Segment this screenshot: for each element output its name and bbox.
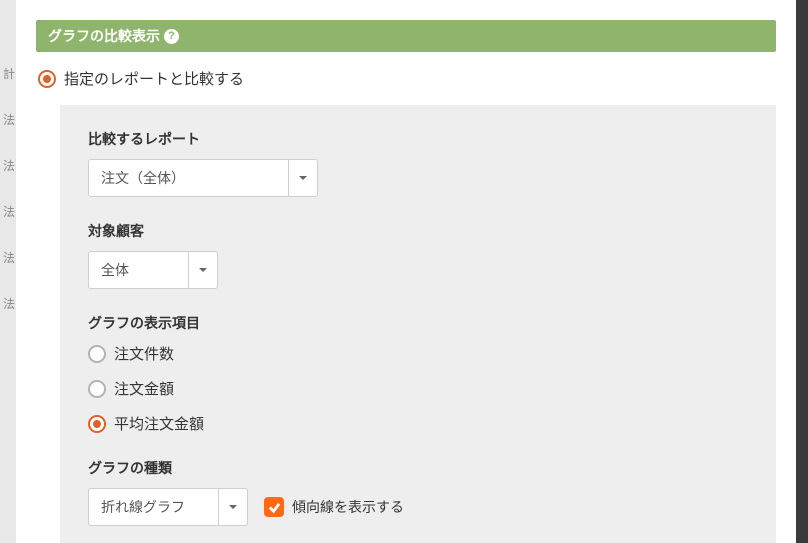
report-select-value: 注文（全体） xyxy=(88,159,288,197)
background-sidebar: 計 法 法 法 法 法 xyxy=(0,0,16,543)
compare-with-report-radio[interactable]: 指定のレポートと比較する xyxy=(36,52,776,105)
option-label: 注文件数 xyxy=(114,343,174,364)
customer-select-value: 全体 xyxy=(88,251,188,289)
chevron-down-icon xyxy=(188,251,218,289)
display-item-option-amount[interactable]: 注文金額 xyxy=(88,378,748,399)
help-icon[interactable]: ? xyxy=(164,29,179,44)
compare-radio-label: 指定のレポートと比較する xyxy=(64,68,244,89)
trendline-checkbox[interactable]: 傾向線を表示する xyxy=(264,497,404,517)
report-select[interactable]: 注文（全体） xyxy=(88,159,318,197)
customer-select-label: 対象顧客 xyxy=(88,221,748,241)
graph-type-group: グラフの種類 折れ線グラフ 傾向線を表示する xyxy=(88,458,748,526)
option-label: 注文金額 xyxy=(114,378,174,399)
radio-unchecked-icon xyxy=(88,345,106,363)
settings-modal: グラフの比較表示 ? 指定のレポートと比較する 比較するレポート 注文（全体） … xyxy=(16,0,796,543)
radio-checked-icon xyxy=(38,70,56,88)
chevron-down-icon xyxy=(288,159,318,197)
display-item-option-orders[interactable]: 注文件数 xyxy=(88,343,748,364)
customer-select-group: 対象顧客 全体 xyxy=(88,221,748,289)
customer-select[interactable]: 全体 xyxy=(88,251,218,289)
display-items-group: グラフの表示項目 注文件数 注文金額 平均注文金額 xyxy=(88,313,748,434)
panel-title: グラフの比較表示 xyxy=(48,26,160,46)
report-select-group: 比較するレポート 注文（全体） xyxy=(88,129,748,197)
report-select-label: 比較するレポート xyxy=(88,129,748,149)
graph-type-value: 折れ線グラフ xyxy=(88,488,218,526)
option-label: 平均注文金額 xyxy=(114,413,204,434)
compare-settings-panel: 比較するレポート 注文（全体） 対象顧客 全体 グラフの xyxy=(60,105,776,543)
graph-type-label: グラフの種類 xyxy=(88,458,748,478)
checkbox-checked-icon xyxy=(264,497,284,517)
display-items-label: グラフの表示項目 xyxy=(88,313,748,333)
graph-type-select[interactable]: 折れ線グラフ xyxy=(88,488,248,526)
chevron-down-icon xyxy=(218,488,248,526)
radio-unchecked-icon xyxy=(88,380,106,398)
display-item-option-avg[interactable]: 平均注文金額 xyxy=(88,413,748,434)
trendline-label: 傾向線を表示する xyxy=(292,497,404,517)
panel-header: グラフの比較表示 ? xyxy=(36,20,776,52)
radio-checked-icon xyxy=(88,415,106,433)
